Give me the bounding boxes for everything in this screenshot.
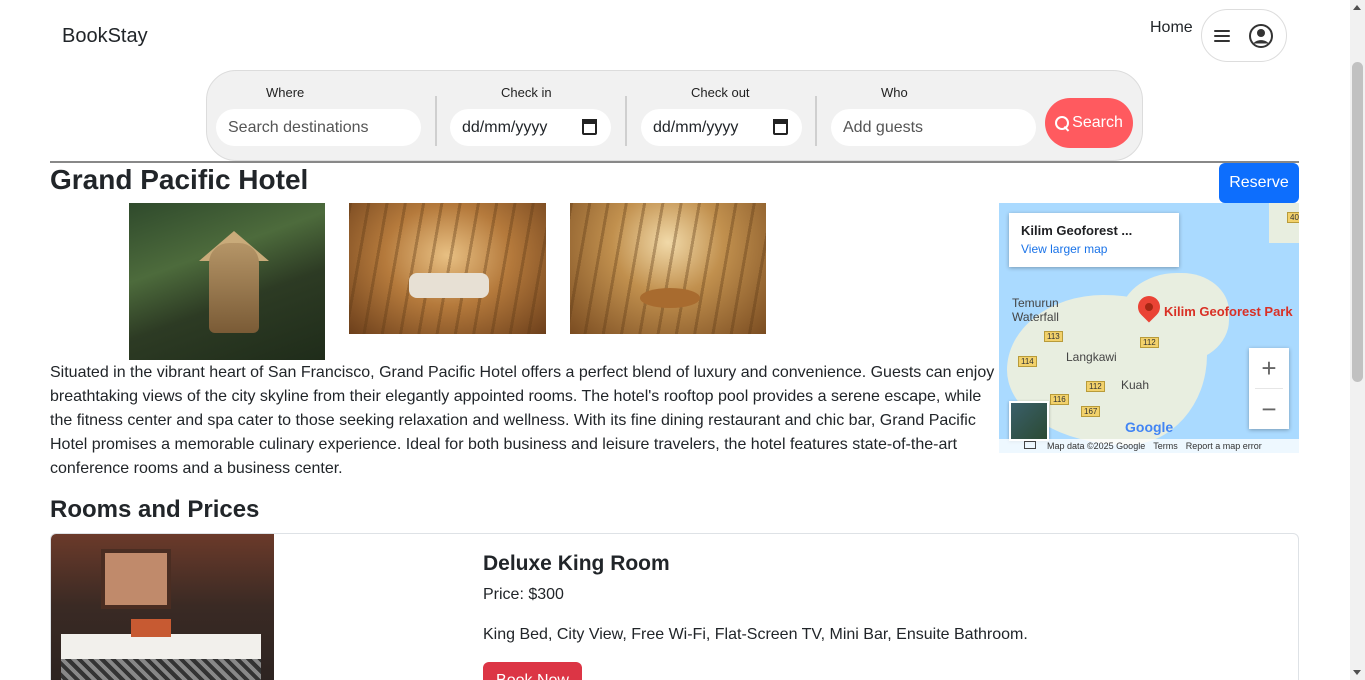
road-badge: 112 [1140, 337, 1159, 348]
hotel-photo-lounge[interactable] [349, 203, 546, 334]
photo-detail [101, 549, 171, 609]
hotel-title: Grand Pacific Hotel [50, 164, 309, 195]
nav-home-link[interactable]: Home [1150, 19, 1193, 37]
search-icon [1055, 115, 1070, 131]
road-badge: 113 [1044, 331, 1063, 342]
road-badge: 116 [1050, 394, 1069, 405]
checkout-date-input[interactable]: dd/mm/yyyy [641, 109, 802, 146]
search-divider [625, 96, 627, 146]
map-pin-label: Kilim Geoforest Park [1164, 304, 1293, 319]
page-scrollbar[interactable] [1350, 0, 1365, 680]
map-terms-link[interactable]: Terms [1153, 441, 1178, 451]
room-photo [51, 534, 274, 680]
hotel-photo-dining[interactable] [570, 203, 766, 334]
map-land [1269, 203, 1299, 243]
photo-detail [640, 288, 700, 308]
zoom-in-button[interactable]: + [1249, 348, 1289, 388]
room-name: Deluxe King Room [483, 552, 670, 575]
photo-detail [570, 203, 766, 334]
room-features: King Bed, City View, Free Wi-Fi, Flat-Sc… [483, 626, 1028, 643]
hotel-photo-treehouse[interactable] [129, 203, 325, 360]
search-divider [815, 96, 817, 146]
calendar-icon[interactable] [773, 119, 788, 135]
reserve-button[interactable]: Reserve [1219, 163, 1299, 203]
location-map[interactable]: Kilim Geoforest ... View larger map Temu… [999, 203, 1299, 453]
search-divider [435, 96, 437, 146]
book-now-button[interactable]: Book Now [483, 662, 582, 680]
hamburger-menu-icon [1214, 29, 1230, 43]
photo-detail [61, 659, 261, 680]
checkin-label: Check in [501, 85, 552, 100]
scroll-up-arrow-icon[interactable] [1353, 5, 1361, 10]
road-badge: 112 [1086, 381, 1105, 392]
brand-logo[interactable]: BookStay [62, 25, 148, 48]
road-badge: 114 [1018, 356, 1037, 367]
user-menu-button[interactable] [1201, 9, 1287, 62]
map-place-label: Waterfall [1012, 310, 1059, 324]
map-data-attribution: Map data ©2025 Google [1047, 441, 1146, 451]
scroll-down-arrow-icon[interactable] [1353, 670, 1361, 675]
checkin-date-value: dd/mm/yyyy [462, 118, 548, 136]
where-label: Where [266, 85, 305, 100]
user-circle-icon [1249, 23, 1273, 48]
map-place-label: Temurun [1012, 296, 1059, 310]
search-button-label: Search [1072, 114, 1123, 131]
where-input[interactable]: Search destinations [216, 109, 421, 146]
who-label: Who [881, 85, 908, 100]
photo-detail [349, 203, 546, 334]
hotel-description: Situated in the vibrant heart of San Fra… [50, 364, 995, 477]
checkin-date-input[interactable]: dd/mm/yyyy [450, 109, 611, 146]
map-info-box: Kilim Geoforest ... View larger map [1009, 213, 1179, 267]
calendar-icon[interactable] [582, 119, 597, 135]
photo-detail [131, 619, 171, 637]
google-logo: Google [1125, 419, 1174, 435]
map-place-label: Kuah [1121, 378, 1150, 392]
search-bar: Where Search destinations Check in dd/mm… [206, 70, 1143, 161]
scrollbar-thumb[interactable] [1352, 62, 1363, 382]
zoom-out-button[interactable]: − [1249, 389, 1289, 429]
map-footer: Map data ©2025 Google Terms Report a map… [999, 439, 1299, 453]
search-button[interactable]: Search [1045, 98, 1133, 148]
map-place-label: Langkawi [1066, 350, 1117, 364]
map-zoom-controls: + − [1249, 348, 1289, 429]
room-card: Deluxe King Room Price: $300 King Bed, C… [50, 533, 1299, 680]
photo-detail [209, 243, 259, 333]
room-price: Price: $300 [483, 586, 564, 603]
photo-detail [409, 273, 489, 298]
view-larger-map-link[interactable]: View larger map [1021, 242, 1167, 256]
road-badge: 167 [1081, 406, 1101, 417]
satellite-toggle-button[interactable] [1009, 401, 1049, 441]
checkout-date-value: dd/mm/yyyy [653, 118, 739, 136]
map-info-title: Kilim Geoforest ... [1021, 223, 1133, 238]
header-divider [50, 161, 1299, 163]
map-report-link[interactable]: Report a map error [1186, 441, 1262, 451]
guests-input[interactable]: Add guests [831, 109, 1036, 146]
road-badge: 40 [1287, 212, 1299, 223]
keyboard-icon[interactable] [1024, 441, 1036, 449]
checkout-label: Check out [691, 85, 750, 100]
rooms-section-title: Rooms and Prices [50, 496, 260, 523]
